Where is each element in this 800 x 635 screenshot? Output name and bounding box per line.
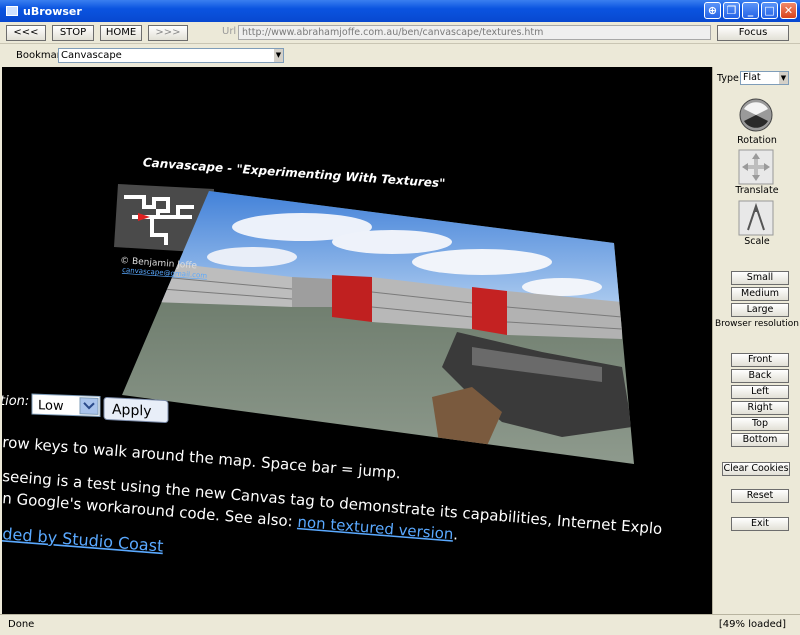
chevron-down-icon[interactable]: ▼ [779,72,788,84]
apply-button[interactable]: Apply [103,396,169,424]
hosted-by-link[interactable]: ded by Studio Coast [2,524,164,556]
app-icon [6,6,18,16]
close-button[interactable]: ✕ [780,2,797,19]
front-button[interactable]: Front [731,353,789,367]
medium-button[interactable]: Medium [731,287,789,301]
browser-viewport[interactable]: Canvascape - "Experimenting With Texture… [2,67,712,614]
window-title: uBrowser [23,4,82,18]
small-button[interactable]: Small [731,271,789,285]
minimize-button[interactable]: _ [742,2,759,19]
load-progress: [49% loaded] [718,619,786,630]
exit-button[interactable]: Exit [731,517,789,531]
see-also-end: . [453,525,459,543]
control-panel: Type Flat ▼ Rotation Translate Scale Sma… [712,67,800,614]
bookmarks-select[interactable]: Canvascape ▼ [58,48,284,63]
top-button[interactable]: Top [731,417,789,431]
translate-icon[interactable] [738,149,774,185]
window-controls: ⊕ ❐ _ □ ✕ [704,2,797,19]
status-text: Done [8,619,35,630]
url-label: Url [222,26,237,37]
home-button[interactable]: HOME [100,25,142,41]
url-input[interactable]: http://www.abrahamjoffe.com.au/ben/canva… [238,25,711,40]
type-value: Flat [743,72,761,83]
resolution-value: Low [38,398,64,414]
left-button[interactable]: Left [731,385,789,399]
translate-label: Translate [735,185,779,196]
scale-label: Scale [744,236,770,247]
title-bar: uBrowser ⊕ ❐ _ □ ✕ [0,0,800,22]
restore-icon[interactable]: ❐ [723,2,740,19]
apply-label: Apply [112,402,152,420]
back-view-button[interactable]: Back [731,369,789,383]
rotation-label: Rotation [737,135,777,146]
scale-icon[interactable] [738,200,774,236]
type-label: Type [717,73,739,84]
right-button[interactable]: Right [731,401,789,415]
status-bar: Done [49% loaded] [0,614,800,635]
type-select[interactable]: Flat ▼ [740,71,789,85]
reset-button[interactable]: Reset [731,489,789,503]
resolution-select[interactable]: Low [31,393,101,417]
extra-icon[interactable]: ⊕ [704,2,721,19]
resolution-label: tion: [2,394,29,409]
large-button[interactable]: Large [731,303,789,317]
page-scene: Canvascape - "Experimenting With Texture… [2,155,663,556]
page-title: Canvascape - "Experimenting With Texture… [142,155,445,190]
rotation-icon[interactable] [738,97,774,133]
back-button[interactable]: <<< [6,25,46,41]
chevron-down-icon[interactable]: ▼ [274,49,283,62]
clear-cookies-button[interactable]: Clear Cookies [722,462,790,476]
forward-button[interactable]: >>> [148,25,188,41]
browser-resolution-label: Browser resolution [714,319,799,329]
focus-button[interactable]: Focus [717,25,789,41]
bottom-button[interactable]: Bottom [731,433,789,447]
bookmarks-selected: Canvascape [61,50,122,61]
maximize-button[interactable]: □ [761,2,778,19]
stop-button[interactable]: STOP [52,25,94,41]
